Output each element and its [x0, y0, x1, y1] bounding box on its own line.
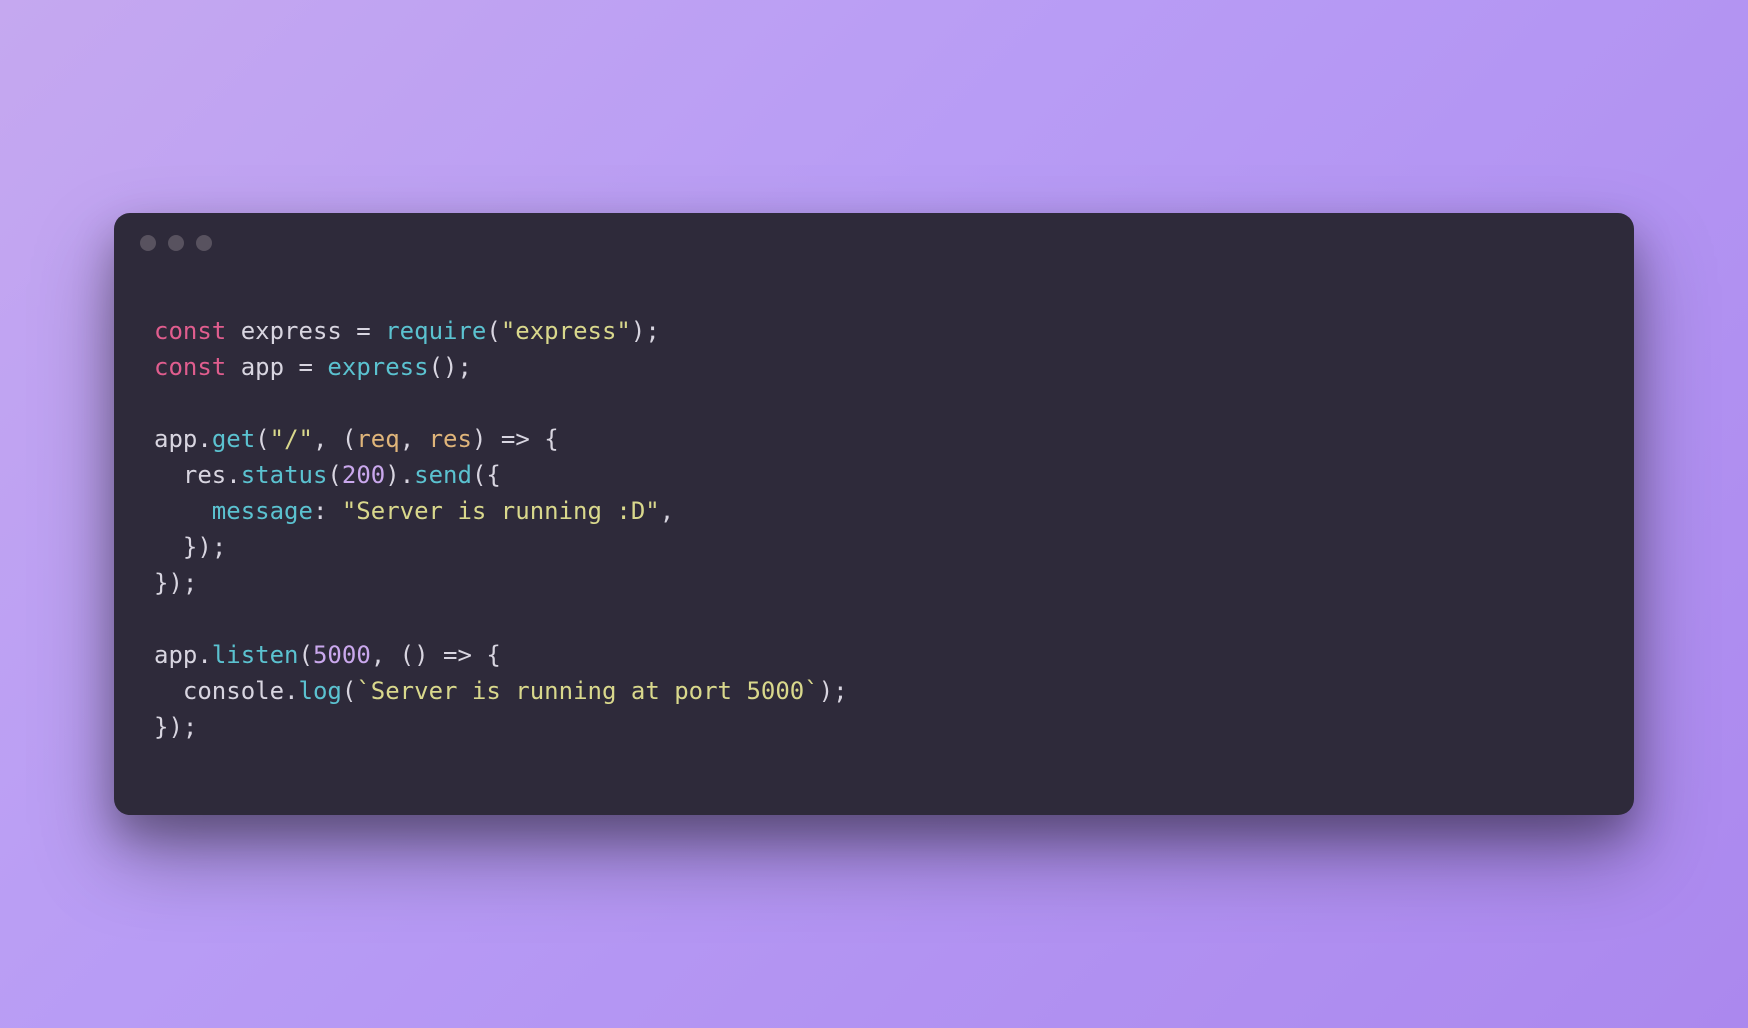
string-log: `Server is running at port 5000` [356, 677, 818, 705]
code-editor-window: const express = require("express"); cons… [114, 213, 1634, 815]
fn-get: get [212, 425, 255, 453]
fn-express: express [327, 353, 428, 381]
number-200: 200 [342, 461, 385, 489]
close-icon[interactable] [140, 235, 156, 251]
keyword-const: const [154, 317, 226, 345]
keyword-const: const [154, 353, 226, 381]
var-console: console [183, 677, 284, 705]
string-message: "Server is running :D" [342, 497, 660, 525]
minimize-icon[interactable] [168, 235, 184, 251]
fn-status: status [241, 461, 328, 489]
fn-require: require [385, 317, 486, 345]
code-content: const express = require("express"); cons… [114, 263, 1634, 815]
window-titlebar [114, 213, 1634, 263]
string-express: "express" [501, 317, 631, 345]
var-express: express [241, 317, 342, 345]
var-app: app [154, 641, 197, 669]
var-res: res [183, 461, 226, 489]
param-res: res [429, 425, 472, 453]
fn-send: send [414, 461, 472, 489]
var-app: app [241, 353, 284, 381]
var-app: app [154, 425, 197, 453]
maximize-icon[interactable] [196, 235, 212, 251]
param-req: req [356, 425, 399, 453]
prop-message: message [212, 497, 313, 525]
fn-log: log [299, 677, 342, 705]
string-path: "/" [270, 425, 313, 453]
number-5000: 5000 [313, 641, 371, 669]
fn-listen: listen [212, 641, 299, 669]
